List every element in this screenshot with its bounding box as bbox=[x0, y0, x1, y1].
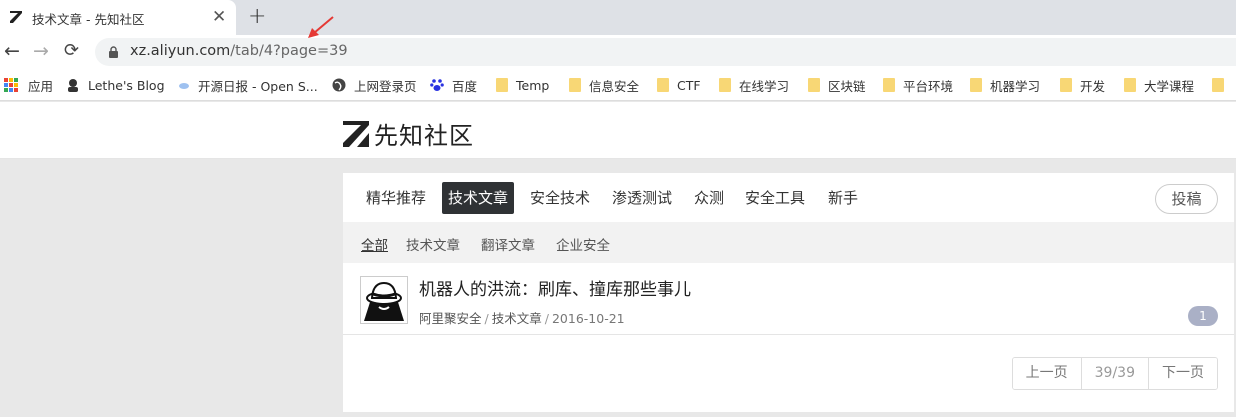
browser-toolbar: ← → ⟳ xz.aliyun.com/tab/4?page=39 bbox=[0, 16, 1236, 68]
bookmarks-bar: 应用 Lethe's Blog 开源日报 - Open S... 上网登录页 百… bbox=[0, 68, 1236, 101]
reload-button[interactable]: ⟳ bbox=[64, 40, 79, 62]
subtab-tech-articles[interactable]: 技术文章 bbox=[406, 234, 460, 254]
next-page-button[interactable]: 下一页 bbox=[1148, 358, 1217, 389]
main-nav: 精华推荐 技术文章 安全技术 渗透测试 众测 安全工具 新手 投稿 bbox=[343, 173, 1234, 222]
tab-crowdtest[interactable]: 众测 bbox=[688, 182, 730, 214]
bookmark-folder-temp[interactable]: Temp bbox=[496, 76, 549, 94]
bookmark-folder-infosec[interactable]: 信息安全 bbox=[569, 76, 639, 94]
url-host: xz.aliyun.com bbox=[130, 43, 231, 59]
bookmark-label: 平台环境 bbox=[903, 78, 954, 94]
bookmark-folder-blockchain[interactable]: 区块链 bbox=[808, 76, 866, 94]
bookmark-label: Lethe's Blog bbox=[88, 77, 165, 93]
bookmark-baidu[interactable]: 百度 bbox=[430, 76, 477, 94]
folder-icon bbox=[970, 78, 982, 92]
xianzhi-logo-icon bbox=[343, 120, 369, 147]
bookmark-label: 区块链 bbox=[828, 78, 866, 94]
site-header: 先知社区 bbox=[0, 102, 1236, 159]
close-tab-icon[interactable]: ✕ bbox=[212, 7, 226, 27]
bookmark-open-source-daily[interactable]: 开源日报 - Open S... bbox=[178, 76, 318, 94]
red-arrow-annotation-icon bbox=[308, 16, 334, 38]
bookmark-label: 上网登录页 bbox=[354, 78, 417, 94]
folder-icon bbox=[883, 78, 895, 92]
cloud-icon bbox=[179, 83, 189, 89]
tab-pentest[interactable]: 渗透测试 bbox=[606, 182, 678, 214]
hacker-hat-avatar-icon bbox=[361, 277, 407, 323]
topic-title[interactable]: 机器人的洪流：刷库、撞库那些事儿 bbox=[419, 275, 691, 300]
topic-meta: 阿里聚安全 / 技术文章/2016-10-21 bbox=[419, 308, 625, 327]
post-article-button[interactable]: 投稿 bbox=[1155, 184, 1218, 214]
bookmark-label: Temp bbox=[516, 77, 550, 93]
url-text: xz.aliyun.com/tab/4?page=39 bbox=[130, 43, 348, 59]
bookmark-folder-platform-env[interactable]: 平台环境 bbox=[883, 76, 953, 94]
site-name: 先知社区 bbox=[374, 122, 474, 150]
topic-date: 2016-10-21 bbox=[551, 311, 625, 326]
tab-tech-articles[interactable]: 技术文章 bbox=[442, 182, 515, 214]
tab-security-tech[interactable]: 安全技术 bbox=[524, 182, 596, 214]
tab-newbie[interactable]: 新手 bbox=[822, 182, 864, 214]
meta-separator: / bbox=[544, 311, 549, 326]
bookmark-label: 大学课程 bbox=[1144, 78, 1195, 94]
bookmark-label: CTF bbox=[677, 77, 701, 93]
tab-featured[interactable]: 精华推荐 bbox=[360, 182, 432, 214]
bookmark-login-page[interactable]: 上网登录页 bbox=[332, 76, 417, 94]
avatar-icon bbox=[68, 79, 78, 92]
content-card: 精华推荐 技术文章 安全技术 渗透测试 众测 安全工具 新手 投稿 全部 技术文… bbox=[343, 173, 1234, 412]
folder-icon bbox=[1060, 78, 1072, 92]
back-button[interactable]: ← bbox=[4, 40, 20, 62]
subtab-enterprise-security[interactable]: 企业安全 bbox=[556, 234, 610, 254]
forward-button[interactable]: → bbox=[33, 40, 49, 62]
bookmark-folder-online-learning[interactable]: 在线学习 bbox=[719, 76, 789, 94]
meta-separator: / bbox=[484, 311, 489, 326]
bookmark-label: 开源日报 - Open S... bbox=[198, 78, 318, 94]
xianzhi-favicon-icon bbox=[10, 11, 22, 23]
browser-tab[interactable]: 技术文章 - 先知社区 ✕ bbox=[0, 0, 236, 35]
folder-icon bbox=[1212, 78, 1224, 92]
globe-icon bbox=[332, 78, 346, 92]
site-logo[interactable]: 先知社区 bbox=[342, 116, 474, 151]
sub-nav: 全部 技术文章 翻译文章 企业安全 bbox=[343, 222, 1234, 263]
tab-title: 技术文章 - 先知社区 bbox=[32, 12, 145, 27]
new-tab-button[interactable]: + bbox=[248, 4, 266, 29]
tab-security-tools[interactable]: 安全工具 bbox=[739, 182, 811, 214]
apps-grid-icon bbox=[4, 78, 18, 92]
bookmark-label: 开发 bbox=[1080, 78, 1106, 94]
bookmark-folder-ctf[interactable]: CTF bbox=[657, 76, 701, 94]
subtab-all[interactable]: 全部 bbox=[361, 234, 388, 254]
topic-row: 机器人的洪流：刷库、撞库那些事儿 阿里聚安全 / 技术文章/2016-10-21 1 bbox=[343, 263, 1234, 335]
folder-icon bbox=[719, 78, 731, 92]
lock-icon bbox=[109, 46, 118, 58]
bookmark-label: 信息安全 bbox=[589, 78, 640, 94]
topic-category[interactable]: 技术文章 bbox=[492, 311, 542, 326]
bookmark-label: 百度 bbox=[452, 78, 478, 94]
baidu-paw-icon bbox=[430, 79, 444, 91]
page-indicator: 39/39 bbox=[1080, 358, 1148, 389]
bookmark-apps[interactable]: 应用 bbox=[4, 76, 53, 94]
folder-icon bbox=[1124, 78, 1136, 92]
bookmark-folder-dev[interactable]: 开发 bbox=[1060, 76, 1105, 94]
reply-count-badge[interactable]: 1 bbox=[1188, 306, 1218, 326]
subtab-translations[interactable]: 翻译文章 bbox=[481, 234, 535, 254]
bookmark-folder-courses[interactable]: 大学课程 bbox=[1124, 76, 1194, 94]
pagination: 上一页 39/39 下一页 bbox=[1011, 357, 1218, 390]
address-bar[interactable]: xz.aliyun.com/tab/4?page=39 bbox=[95, 38, 1236, 66]
bookmark-folder-overflow[interactable] bbox=[1212, 76, 1232, 94]
bookmark-folder-ml[interactable]: 机器学习 bbox=[970, 76, 1040, 94]
folder-icon bbox=[808, 78, 820, 92]
bookmark-label: 应用 bbox=[28, 78, 54, 94]
bookmark-lethe-blog[interactable]: Lethe's Blog bbox=[66, 76, 165, 94]
bookmark-label: 在线学习 bbox=[739, 78, 790, 94]
bookmark-label: 机器学习 bbox=[990, 78, 1041, 94]
folder-icon bbox=[569, 78, 581, 92]
topic-author[interactable]: 阿里聚安全 bbox=[419, 311, 482, 326]
folder-icon bbox=[496, 78, 508, 92]
browser-tabstrip: 技术文章 - 先知社区 ✕ + bbox=[0, 0, 1236, 35]
folder-icon bbox=[657, 78, 669, 92]
prev-page-button[interactable]: 上一页 bbox=[1012, 358, 1081, 389]
author-avatar[interactable] bbox=[360, 276, 408, 324]
url-path: /tab/4?page=39 bbox=[230, 43, 348, 59]
